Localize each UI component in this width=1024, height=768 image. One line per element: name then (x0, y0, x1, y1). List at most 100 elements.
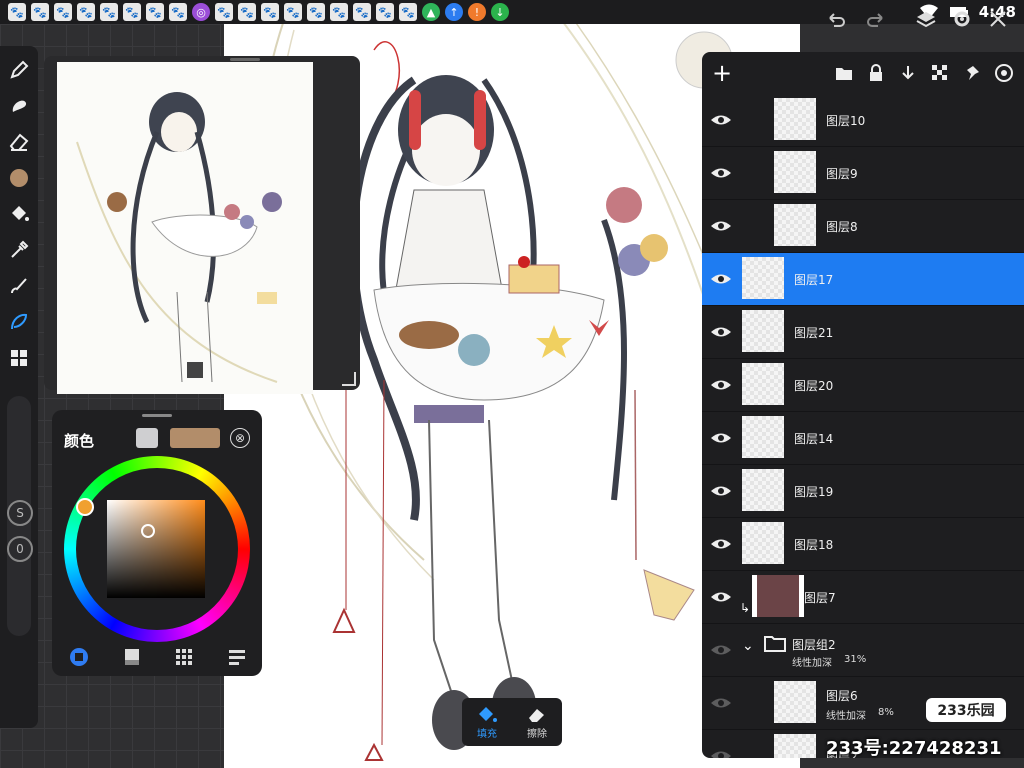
brush-icon[interactable] (4, 271, 34, 301)
reference-resize-handle[interactable] (342, 372, 356, 386)
size-label: S (16, 506, 24, 520)
fill-bucket-icon[interactable] (4, 199, 34, 229)
lock-icon[interactable] (866, 63, 886, 83)
folder-icon[interactable] (834, 63, 854, 83)
layer-name: 图层20 (794, 379, 834, 393)
redo-icon[interactable] (866, 10, 886, 28)
layer-row[interactable]: ↳ 图层7 (702, 571, 1024, 624)
add-layer-button[interactable]: + (712, 59, 734, 87)
hue-cursor[interactable] (76, 498, 94, 516)
notification-icon: 🐾 (77, 3, 95, 21)
saturation-value-square[interactable] (107, 500, 205, 598)
layer-thumbnail (742, 469, 784, 511)
layer-name: 图层7 (804, 591, 836, 605)
merge-down-icon[interactable] (898, 63, 918, 83)
layer-row[interactable]: ⌄ 图层组2 线性加深 31% (702, 624, 1024, 677)
layer-row[interactable]: 图层10 (702, 94, 1024, 147)
layer-thumbnail (742, 257, 784, 299)
eyedropper-icon[interactable] (4, 235, 34, 265)
layers-stack-icon[interactable] (916, 10, 936, 28)
fill-bucket-icon (479, 706, 497, 722)
notification-icon: 🐾 (330, 3, 348, 21)
color-panel-drag-handle[interactable] (142, 414, 172, 417)
visibility-eye-icon[interactable] (710, 216, 732, 236)
layer-row[interactable]: 图层19 (702, 465, 1024, 518)
layer-thumbnail (774, 734, 816, 758)
layer-thumbnail (742, 416, 784, 458)
visibility-eye-icon[interactable] (710, 110, 732, 130)
notification-icon: 🐾 (8, 3, 26, 21)
visibility-eye-icon[interactable] (710, 693, 732, 713)
history-controls (826, 10, 886, 28)
notification-icon: 🐾 (169, 3, 187, 21)
hue-wheel[interactable] (64, 456, 250, 642)
undo-icon[interactable] (826, 10, 846, 28)
visibility-eye-icon[interactable] (710, 481, 732, 501)
grid-icon[interactable] (4, 343, 34, 373)
primary-color-swatch[interactable] (170, 428, 220, 448)
reference-drag-handle[interactable] (230, 58, 260, 61)
secondary-color-swatch[interactable] (136, 428, 158, 448)
visibility-eye-icon[interactable] (710, 322, 732, 342)
layer-name: 图层组2 (792, 638, 836, 652)
layer-opacity: 31% (844, 654, 867, 665)
slider-mode-icon[interactable] (226, 646, 248, 668)
erase-action-button[interactable]: 擦除 (512, 698, 562, 746)
layer-thumbnail (752, 575, 804, 617)
notification-icon: ↓ (491, 3, 509, 21)
brush-slider-track[interactable]: S 0 (7, 396, 33, 636)
chevron-down-icon[interactable]: ⌄ (742, 638, 754, 654)
reference-window[interactable] (44, 56, 360, 394)
folder-icon (764, 636, 786, 652)
layers-panel: + 图层10 图层9 图层8 图层17 图层21 图层20 图层14 图层19 图层18 ↳ 图层7… (702, 52, 1024, 758)
saturation-value-cursor[interactable] (141, 524, 155, 538)
close-icon[interactable] (988, 10, 1008, 28)
lasso-icon[interactable] (4, 307, 34, 337)
layer-name: 图层14 (794, 432, 834, 446)
pen-icon[interactable] (4, 55, 34, 85)
size-slider-knob[interactable]: S (7, 500, 33, 526)
layer-thumbnail (774, 681, 816, 723)
opacity-slider-knob[interactable]: 0 (7, 536, 33, 562)
layer-row[interactable]: 图层17 (702, 253, 1024, 306)
eraser-icon[interactable] (4, 127, 34, 157)
layer-name: 图层6 (826, 689, 858, 703)
visibility-eye-icon[interactable] (710, 163, 732, 183)
visibility-eye-icon[interactable] (710, 640, 732, 660)
visibility-eye-icon[interactable] (710, 746, 732, 758)
layer-thumbnail (742, 310, 784, 352)
quick-action-bar: 填充 擦除 (462, 698, 562, 746)
layer-row[interactable]: 图层21 (702, 306, 1024, 359)
settings-gear-icon[interactable] (952, 10, 972, 28)
smudge-icon[interactable] (4, 91, 34, 121)
layer-row[interactable]: 图层20 (702, 359, 1024, 412)
watermark-logo: 233乐园 (926, 698, 1006, 722)
visibility-eye-icon[interactable] (710, 534, 732, 554)
close-icon[interactable]: ⊗ (230, 428, 250, 448)
color-mode-tabs (68, 646, 248, 668)
layer-row[interactable]: 图层9 (702, 147, 1024, 200)
visibility-eye-icon[interactable] (710, 375, 732, 395)
palette-book-icon[interactable] (121, 646, 143, 668)
fill-action-button[interactable]: 填充 (462, 698, 512, 746)
layer-row[interactable]: 图层8 (702, 200, 1024, 253)
layer-row[interactable]: 图层14 (702, 412, 1024, 465)
transparency-icon[interactable] (930, 63, 950, 83)
reference-image (57, 62, 313, 394)
notification-icons: 🐾 🐾 🐾 🐾 🐾 🐾 🐾 🐾 ◎ 🐾 🐾 🐾 🐾 🐾 🐾 🐾 🐾 🐾 ▲ ↑! ↓ (0, 3, 509, 21)
notification-icon: ↑ (445, 3, 463, 21)
notification-icon: 🐾 (238, 3, 256, 21)
visibility-eye-icon[interactable] (710, 269, 732, 289)
color-swatch[interactable] (4, 163, 34, 193)
layer-row[interactable]: 图层18 (702, 518, 1024, 571)
pin-icon[interactable] (962, 63, 982, 83)
notification-icon: 🐾 (353, 3, 371, 21)
visibility-eye-icon[interactable] (710, 428, 732, 448)
target-icon[interactable] (994, 63, 1014, 83)
wheel-mode-icon[interactable] (68, 646, 90, 668)
visibility-eye-icon[interactable] (710, 587, 732, 607)
window-controls (916, 10, 1008, 28)
notification-icon: 🐾 (146, 3, 164, 21)
swatch-grid-icon[interactable] (173, 646, 195, 668)
layer-name: 图层18 (794, 538, 834, 552)
